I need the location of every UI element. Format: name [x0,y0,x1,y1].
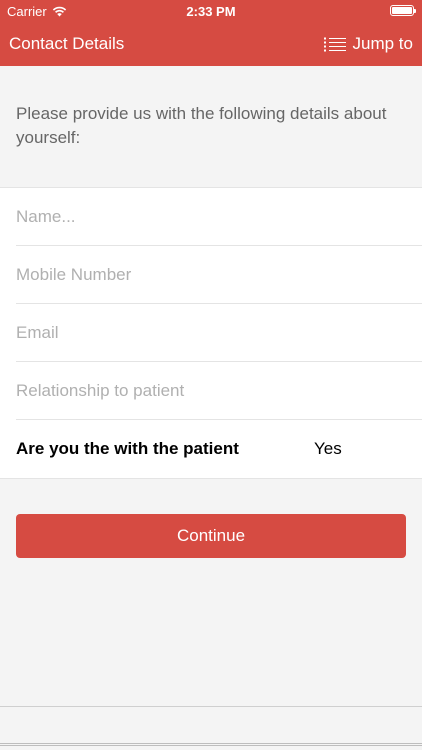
status-bar: Carrier 2:33 PM [0,0,422,22]
bottom-bar [0,706,422,750]
with-patient-row: Are you the with the patient Yes [16,420,422,478]
battery-fill [392,7,412,14]
relationship-field[interactable] [16,362,406,419]
email-row [16,304,422,362]
battery-icon [390,5,416,16]
email-field[interactable] [16,304,406,361]
with-patient-label: Are you the with the patient [16,439,239,458]
with-patient-selector[interactable]: Yes [314,439,342,459]
mobile-row [16,246,422,304]
mobile-number-field[interactable] [16,246,406,303]
jump-to-button[interactable]: Jump to [323,34,413,54]
name-field[interactable] [16,188,406,245]
name-row [16,188,422,246]
status-time: 2:33 PM [186,4,236,19]
list-icon [323,37,346,51]
intro-text: Please provide us with the following det… [16,104,387,147]
bottom-divider [0,743,422,746]
contact-form: Are you the with the patient Yes [0,187,422,479]
relationship-row [16,362,422,420]
jump-to-label: Jump to [352,34,413,53]
continue-button[interactable]: Continue [16,514,406,558]
page-title: Contact Details [9,34,125,53]
navigation-bar: Contact Details Jump to [0,22,422,66]
